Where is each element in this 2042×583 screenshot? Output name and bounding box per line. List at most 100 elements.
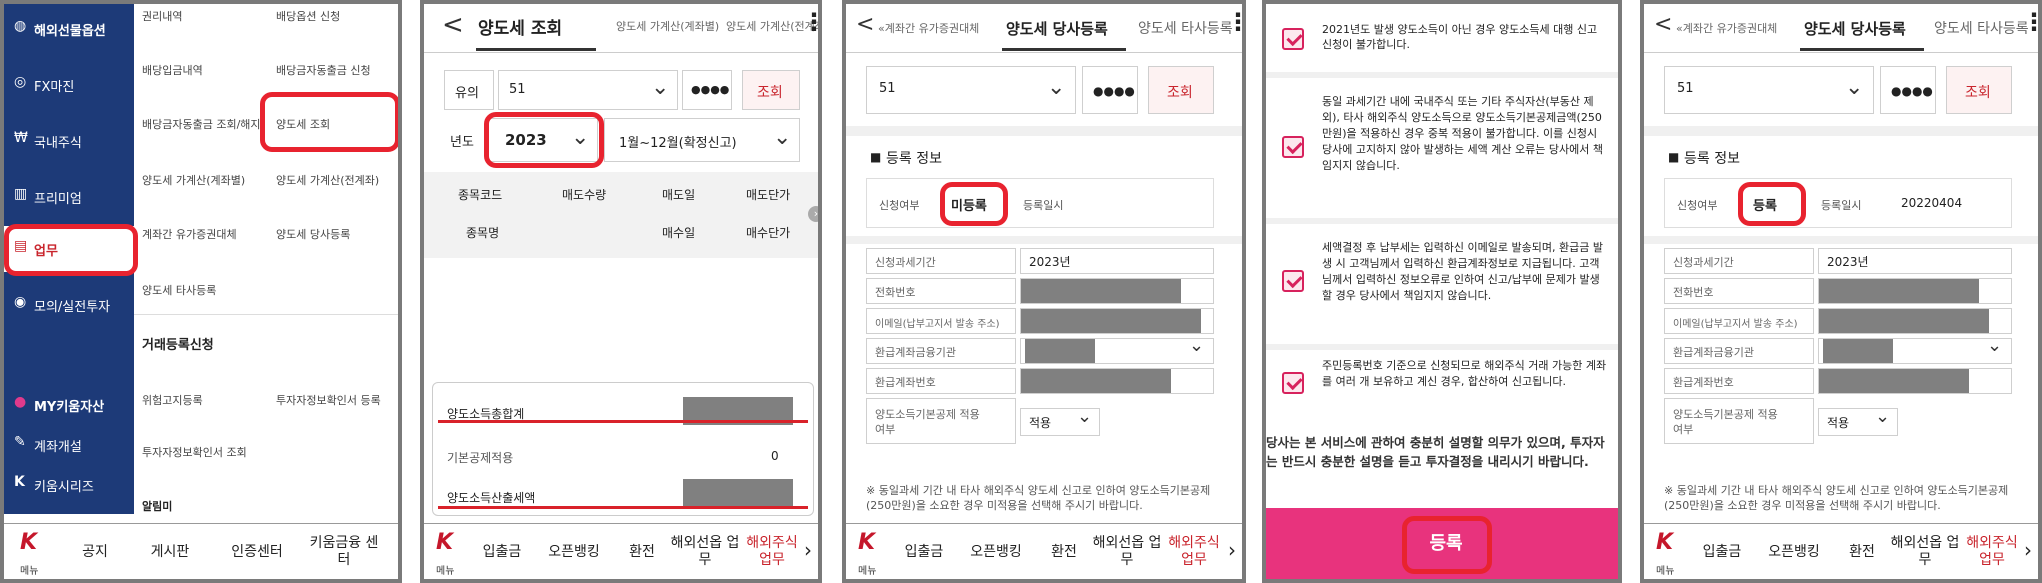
label-email: 이메일(납부고지서 발송 주소)	[866, 308, 1016, 334]
deposit-button[interactable]: 입출금	[470, 524, 534, 579]
foreign-stock-button[interactable]: 해외주식 업무	[1960, 524, 2024, 579]
th-buy-price: 매수단가	[746, 226, 791, 240]
nav-item-series[interactable]: K 키움시리즈	[4, 464, 134, 504]
menu-risk[interactable]: 위험고지등록	[142, 392, 203, 408]
open-banking-button[interactable]: 오픈뱅킹	[1754, 524, 1834, 579]
chevron-right-icon[interactable]: ›	[1228, 538, 1236, 562]
password-field[interactable]: ●●●●	[682, 70, 732, 110]
consent-item-4: 주민등록번호 기준으로 신청되므로 해외주식 거래 가능한 계좌를 여러 개 보…	[1266, 358, 1618, 428]
checkbox-checked[interactable]	[1282, 28, 1304, 50]
tab-transfer[interactable]: «계좌간 유가증권대체	[1676, 20, 1777, 36]
menu-investor-view[interactable]: 투자자정보확인서 조회	[142, 444, 247, 460]
menu-tax-calc-all[interactable]: 양도세 가계산(전계좌)	[276, 172, 379, 188]
chevron-right-icon[interactable]: ›	[804, 538, 812, 562]
open-banking-button[interactable]: 오픈뱅킹	[534, 524, 614, 579]
tab-tax-other[interactable]: 양도세 타사등록	[1138, 18, 1233, 38]
foreign-option-button[interactable]: 해외선옵 업무	[670, 524, 740, 579]
tab-tax-view[interactable]: 양도세 조회	[478, 14, 562, 39]
nav-item-domestic[interactable]: ₩ 국내주식	[4, 120, 134, 160]
tab-active-underline	[476, 48, 596, 51]
query-button[interactable]: 조회	[1946, 66, 2012, 114]
scroll-right-icon[interactable]: ›	[808, 206, 818, 222]
label-email: 이메일(납부고지서 발송 주소)	[1664, 308, 1814, 334]
more-icon[interactable]: ⋮	[802, 8, 818, 36]
menu-dividend-auto[interactable]: 배당금자동출금 신청	[276, 62, 371, 78]
nav-item-open-account[interactable]: ✎ 계좌개설	[4, 424, 134, 464]
menu-tax-calc-acct[interactable]: 양도세 가계산(계좌별)	[142, 172, 245, 188]
phone-input[interactable]	[1020, 278, 1214, 304]
deposit-button[interactable]: 입출금	[892, 524, 956, 579]
tab-tax-other[interactable]: 양도세 타사등록	[1934, 18, 2029, 38]
deposit-button[interactable]: 입출금	[1690, 524, 1754, 579]
deduction-select[interactable]: 적용 ⌄	[1818, 406, 1898, 436]
nav-item-my-asset[interactable]: ● MY키움자산	[4, 384, 134, 424]
checkbox-checked[interactable]	[1282, 136, 1304, 158]
tab-tax-register[interactable]: 양도세 당사등록	[1006, 18, 1108, 39]
password-field[interactable]: ●●●●	[1880, 66, 1936, 114]
nav-item-mock[interactable]: ◉ 모의/실전투자	[4, 284, 134, 324]
exchange-button[interactable]: 환전	[1834, 524, 1890, 579]
menu-tax-other[interactable]: 양도세 타사등록	[142, 282, 216, 298]
menu-button[interactable]: K 메뉴	[4, 524, 60, 579]
more-icon[interactable]: ⋮	[2022, 8, 2038, 36]
nav-item-fx[interactable]: ◎ FX마진	[4, 64, 134, 104]
menu-alarm[interactable]: 알림미	[142, 498, 172, 514]
highlight-tax-view	[260, 92, 398, 152]
bank-select[interactable]: ⌄	[1020, 335, 1214, 364]
account-no-input[interactable]	[1020, 368, 1214, 394]
period-select[interactable]: 1월~12월(확정신고) ⌄	[604, 118, 800, 162]
finance-center-button[interactable]: 키움금융 센터	[304, 524, 384, 579]
password-field[interactable]: ●●●●	[1082, 66, 1138, 114]
account-select[interactable]: 51 ⌄	[1664, 66, 1874, 114]
menu-rights[interactable]: 권리내역	[142, 8, 182, 24]
exchange-button[interactable]: 환전	[614, 524, 670, 579]
back-button[interactable]: <	[1654, 12, 1672, 37]
checkbox-checked[interactable]	[1282, 372, 1304, 394]
checkbox-checked[interactable]	[1282, 270, 1304, 292]
account-select[interactable]: 51 ⌄	[498, 70, 678, 110]
notice-label-button[interactable]: 유의	[444, 70, 494, 110]
my-icon: ●	[14, 394, 27, 410]
bank-select[interactable]: ⌄	[1818, 335, 2012, 364]
tab-tax-calc-acct[interactable]: 양도세 가계산(계좌별)	[616, 18, 719, 34]
k-logo-icon: K	[858, 530, 876, 555]
foreign-option-button[interactable]: 해외선옵 업무	[1092, 524, 1162, 579]
chevron-right-icon[interactable]: ›	[2024, 538, 2032, 562]
email-input[interactable]	[1818, 308, 2012, 334]
back-button[interactable]: <	[442, 10, 464, 40]
tab-transfer[interactable]: «계좌간 유가증권대체	[878, 20, 979, 36]
email-input[interactable]	[1020, 308, 1214, 334]
exchange-button[interactable]: 환전	[1036, 524, 1092, 579]
back-button[interactable]: <	[856, 12, 874, 37]
highlight-business	[4, 224, 138, 276]
item-divider	[1266, 72, 1618, 78]
th-sell-price: 매도단가	[746, 188, 791, 202]
account-select[interactable]: 51 ⌄	[866, 66, 1076, 114]
redacted-value	[1025, 339, 1095, 363]
board-button[interactable]: 게시판	[130, 524, 210, 579]
menu-transfer[interactable]: 계좌간 유가증권대체	[142, 226, 237, 242]
deduction-select[interactable]: 적용 ⌄	[1020, 406, 1100, 436]
notice-button[interactable]: 공지	[60, 524, 130, 579]
nav-item-futures[interactable]: ◍ 해외선물옵션	[4, 8, 134, 48]
account-no-input[interactable]	[1818, 368, 2012, 394]
tab-tax-register[interactable]: 양도세 당사등록	[1804, 18, 1906, 39]
more-icon[interactable]: ⋮	[1226, 8, 1242, 36]
menu-button[interactable]: K 메뉴	[846, 524, 892, 579]
query-button[interactable]: 조회	[742, 70, 800, 110]
menu-investor-reg[interactable]: 투자자정보확인서 등록	[276, 392, 381, 408]
foreign-stock-button[interactable]: 해외주식 업무	[1162, 524, 1226, 579]
menu-button[interactable]: K 메뉴	[1644, 524, 1690, 579]
foreign-option-button[interactable]: 해외선옵 업무	[1890, 524, 1960, 579]
query-button[interactable]: 조회	[1148, 66, 1214, 114]
menu-tax-register[interactable]: 양도세 당사등록	[276, 226, 350, 242]
menu-button[interactable]: K 메뉴	[424, 524, 470, 579]
menu-dividend-option[interactable]: 배당옵션 신청	[276, 8, 340, 24]
menu-dividend-deposit[interactable]: 배당입금내역	[142, 62, 203, 78]
nav-item-premium[interactable]: ▥ 프리미엄	[4, 176, 134, 216]
menu-dividend-auto-view[interactable]: 배당금자동출금 조회/해지	[142, 116, 261, 132]
foreign-stock-button[interactable]: 해외주식 업무	[740, 524, 804, 579]
cert-button[interactable]: 인증센터	[210, 524, 304, 579]
phone-input[interactable]	[1818, 278, 2012, 304]
open-banking-button[interactable]: 오픈뱅킹	[956, 524, 1036, 579]
